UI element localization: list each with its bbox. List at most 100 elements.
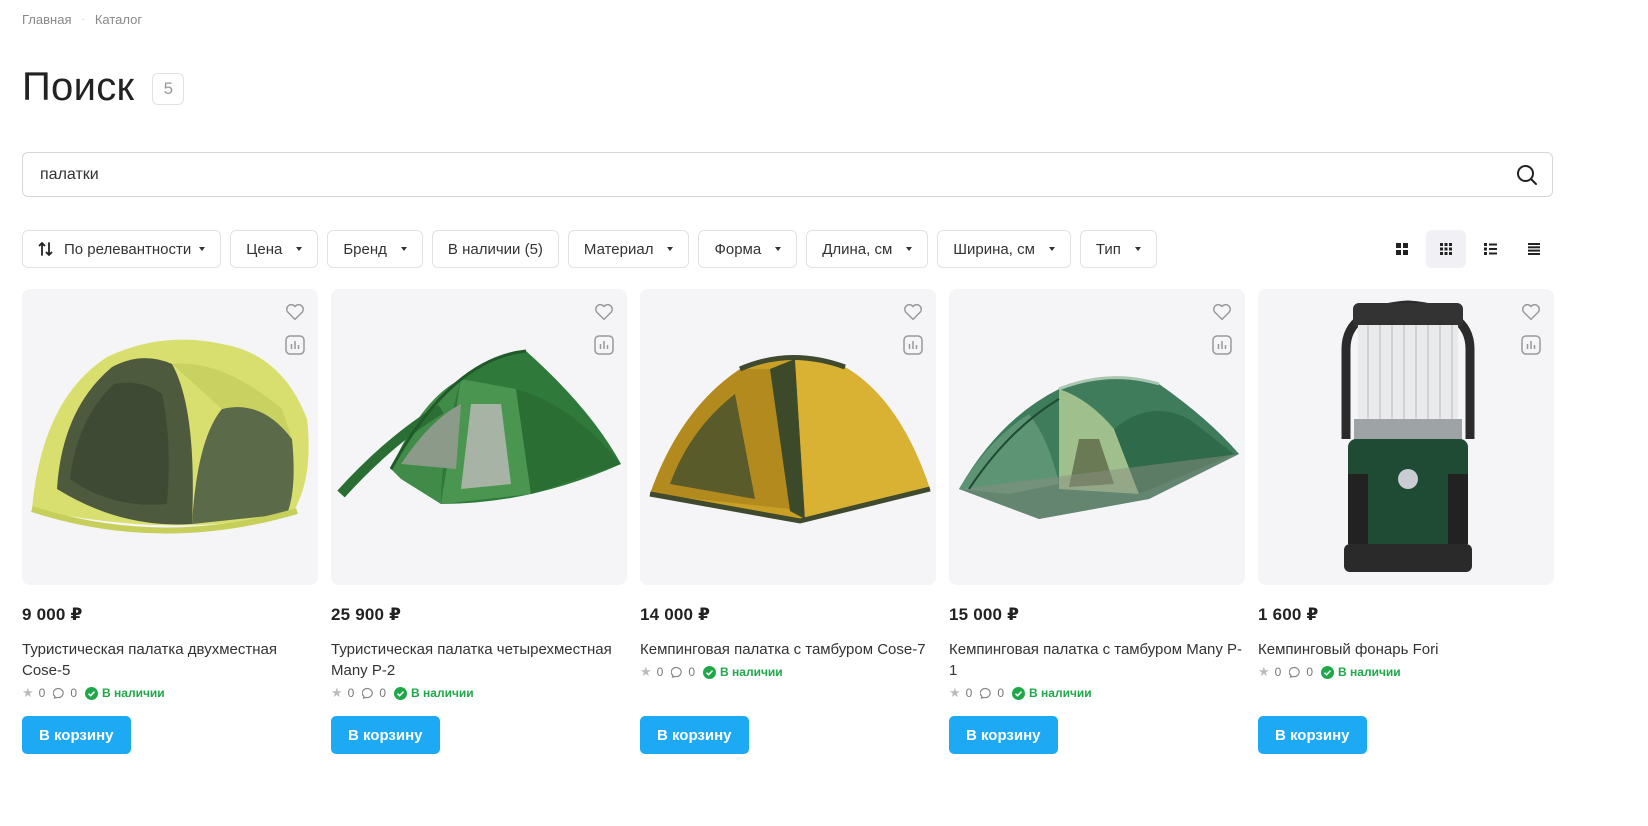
product-meta: ★ 0 0 В наличии bbox=[331, 685, 627, 701]
heart-icon[interactable] bbox=[593, 301, 615, 323]
add-to-cart-button[interactable]: В корзину bbox=[22, 716, 131, 754]
compact-list-icon bbox=[1528, 243, 1540, 255]
compare-icon[interactable] bbox=[1521, 335, 1541, 355]
filter-type-label: Тип bbox=[1095, 240, 1121, 258]
reviews: 0 bbox=[1289, 665, 1313, 679]
chevron-down-icon bbox=[906, 247, 913, 251]
product-price: 14 000 ₽ bbox=[640, 605, 711, 624]
view-grid-small-button[interactable] bbox=[1426, 230, 1466, 268]
reviews: 0 bbox=[671, 665, 695, 679]
add-to-cart-button[interactable]: В корзину bbox=[949, 716, 1058, 754]
filter-length-label: Длина, см bbox=[822, 240, 893, 258]
check-circle-icon bbox=[394, 686, 408, 700]
view-grid-large-button[interactable] bbox=[1382, 230, 1422, 268]
chevron-down-icon bbox=[296, 247, 303, 251]
tent-image bbox=[337, 349, 621, 504]
filter-type[interactable]: Тип bbox=[1079, 230, 1157, 268]
filter-brand-label: Бренд bbox=[343, 240, 387, 258]
product-image[interactable] bbox=[949, 289, 1245, 585]
filter-length[interactable]: Длина, см bbox=[806, 230, 929, 268]
filter-brand[interactable]: Бренд bbox=[327, 230, 423, 268]
rating-value: 0 bbox=[656, 665, 664, 679]
reviews: 0 bbox=[53, 686, 77, 700]
view-list-button[interactable] bbox=[1470, 230, 1510, 268]
grid-small-icon bbox=[1440, 243, 1452, 255]
compare-icon[interactable] bbox=[1212, 335, 1232, 355]
breadcrumb-separator: · bbox=[81, 14, 85, 25]
star-icon: ★ bbox=[331, 685, 343, 700]
product-card: 15 000 ₽ Кемпинговая палатка с тамбуром … bbox=[949, 289, 1245, 754]
filter-shape[interactable]: Форма bbox=[698, 230, 798, 268]
product-name[interactable]: Туристическая палатка четырехместная Man… bbox=[331, 639, 627, 681]
product-price: 9 000 ₽ bbox=[22, 605, 83, 624]
product-image[interactable] bbox=[22, 289, 318, 585]
stock-label: В наличии bbox=[720, 665, 783, 679]
chevron-down-icon bbox=[1048, 247, 1055, 251]
product-meta: ★ 0 0 В наличии bbox=[1258, 664, 1554, 680]
filter-price-label: Цена bbox=[246, 240, 283, 258]
heart-icon[interactable] bbox=[902, 301, 924, 323]
grid-large-icon bbox=[1396, 243, 1408, 255]
filter-bar: По релевантности Цена Бренд В наличии (5… bbox=[22, 230, 1157, 268]
rating: ★ 0 bbox=[640, 664, 663, 680]
compare-icon[interactable] bbox=[285, 335, 305, 355]
sort-label: По релевантности bbox=[64, 240, 192, 258]
rating-value: 0 bbox=[1274, 665, 1282, 679]
rating: ★ 0 bbox=[1258, 664, 1281, 680]
tent-image bbox=[649, 354, 931, 524]
breadcrumb-catalog[interactable]: Каталог bbox=[95, 12, 142, 27]
check-circle-icon bbox=[1012, 686, 1026, 700]
product-price: 25 900 ₽ bbox=[331, 605, 402, 624]
compare-icon[interactable] bbox=[594, 335, 614, 355]
compare-icon[interactable] bbox=[903, 335, 923, 355]
tent-image bbox=[31, 339, 309, 534]
stock-status: В наличии bbox=[85, 686, 165, 700]
view-compact-list-button[interactable] bbox=[1514, 230, 1554, 268]
heart-icon[interactable] bbox=[284, 301, 306, 323]
reviews-value: 0 bbox=[70, 686, 78, 700]
product-card: 25 900 ₽ Туристическая палатка четырехме… bbox=[331, 289, 627, 754]
check-circle-icon bbox=[85, 686, 99, 700]
search-input[interactable] bbox=[23, 153, 1502, 196]
product-image[interactable] bbox=[331, 289, 627, 585]
reviews-value: 0 bbox=[688, 665, 696, 679]
product-meta: ★ 0 0 В наличии bbox=[949, 685, 1245, 701]
product-price: 1 600 ₽ bbox=[1258, 605, 1319, 624]
filter-price[interactable]: Цена bbox=[230, 230, 319, 268]
view-switch bbox=[1382, 230, 1554, 268]
product-price: 15 000 ₽ bbox=[949, 605, 1020, 624]
results-count-badge: 5 bbox=[152, 73, 185, 105]
heart-icon[interactable] bbox=[1211, 301, 1233, 323]
product-name[interactable]: Туристическая палатка двухместная Cose-5 bbox=[22, 639, 318, 681]
rating-value: 0 bbox=[965, 686, 973, 700]
star-icon: ★ bbox=[1258, 664, 1270, 679]
filter-width[interactable]: Ширина, см bbox=[937, 230, 1071, 268]
product-name[interactable]: Кемпинговая палатка с тамбуром Many P-1 bbox=[949, 639, 1245, 681]
product-image[interactable] bbox=[1258, 289, 1554, 585]
filter-in-stock-label: В наличии (5) bbox=[447, 240, 543, 258]
search-button[interactable] bbox=[1502, 153, 1552, 196]
product-name[interactable]: Кемпинговый фонарь Fori bbox=[1258, 639, 1554, 660]
product-image[interactable] bbox=[640, 289, 936, 585]
sort-dropdown[interactable]: По релевантности bbox=[22, 230, 222, 268]
product-name[interactable]: Кемпинговая палатка с тамбуром Cose-7 bbox=[640, 639, 936, 660]
heart-icon[interactable] bbox=[1520, 301, 1542, 323]
search-bar bbox=[22, 152, 1553, 197]
title-row: Поиск 5 bbox=[22, 62, 185, 112]
stock-status: В наличии bbox=[1012, 686, 1092, 700]
filter-shape-label: Форма bbox=[714, 240, 762, 258]
filter-width-label: Ширина, см bbox=[953, 240, 1035, 258]
add-to-cart-button[interactable]: В корзину bbox=[640, 716, 749, 754]
star-icon: ★ bbox=[640, 664, 652, 679]
filter-in-stock[interactable]: В наличии (5) bbox=[431, 230, 559, 268]
star-icon: ★ bbox=[949, 685, 961, 700]
reviews-value: 0 bbox=[379, 686, 387, 700]
page-title: Поиск bbox=[22, 65, 135, 109]
product-meta: ★ 0 0 В наличии bbox=[22, 685, 318, 701]
filter-material[interactable]: Материал bbox=[567, 230, 690, 268]
add-to-cart-button[interactable]: В корзину bbox=[1258, 716, 1367, 754]
reviews: 0 bbox=[362, 686, 386, 700]
reviews: 0 bbox=[980, 686, 1004, 700]
add-to-cart-button[interactable]: В корзину bbox=[331, 716, 440, 754]
breadcrumb-home[interactable]: Главная bbox=[22, 12, 71, 27]
